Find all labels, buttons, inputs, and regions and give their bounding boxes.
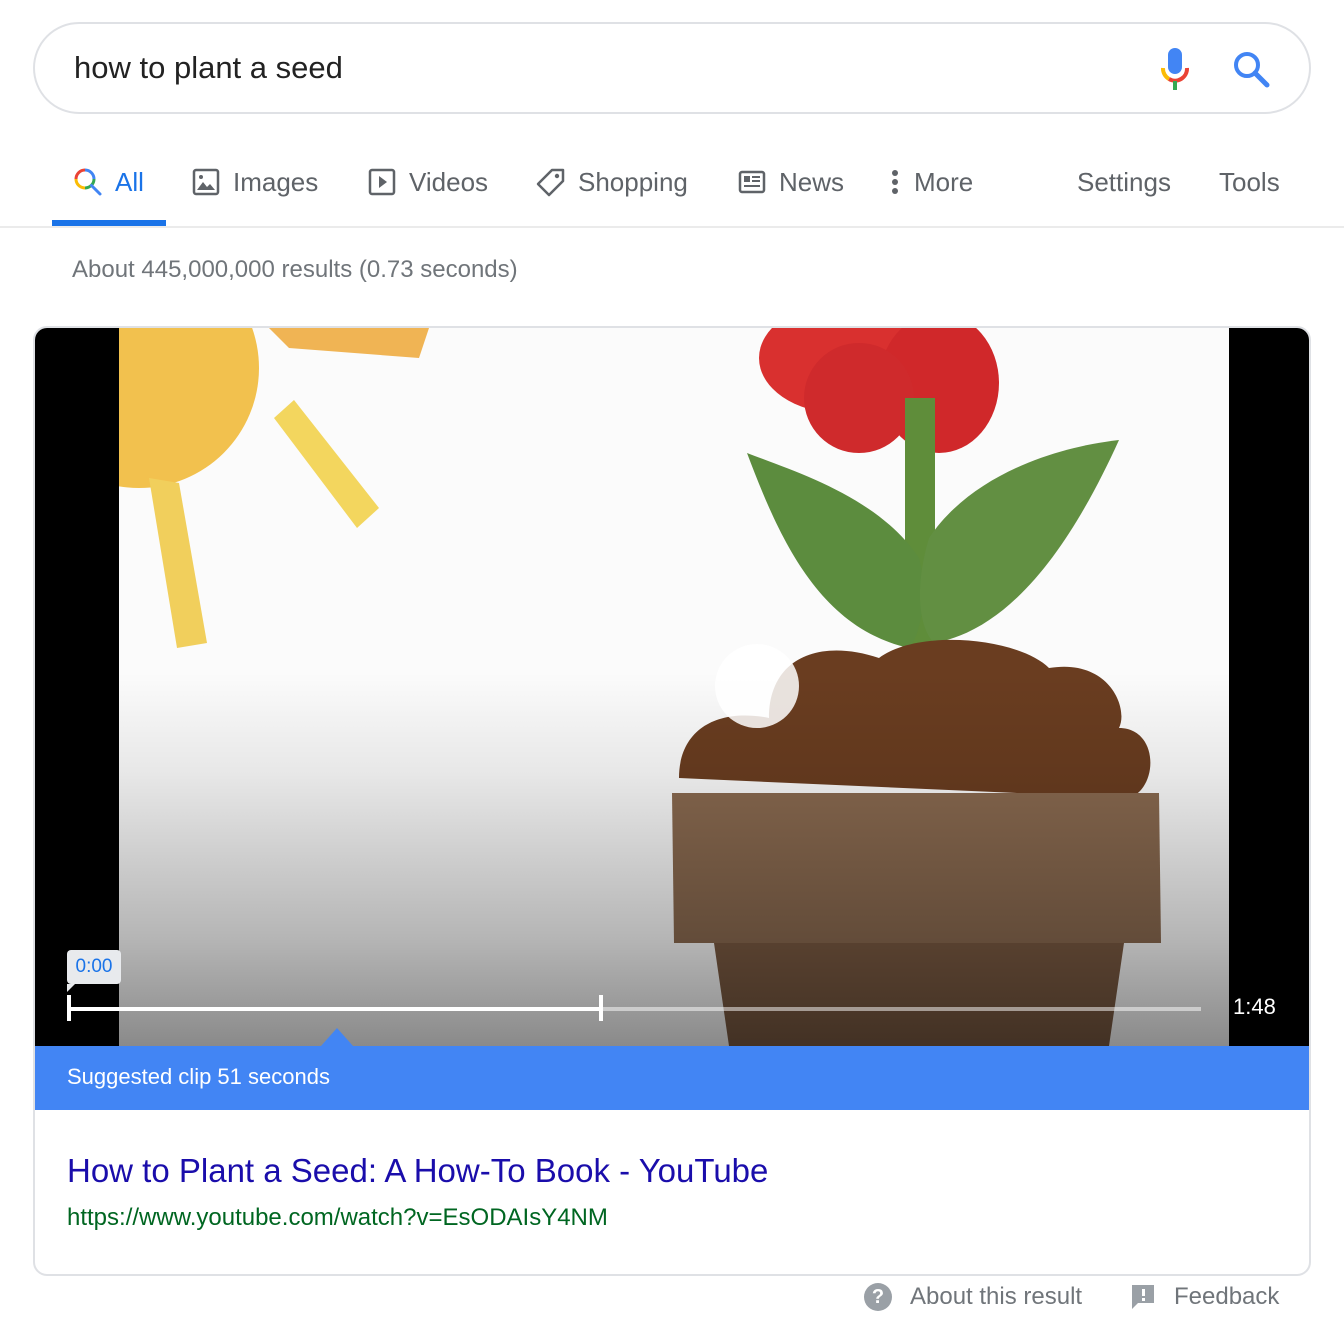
tab-label: Images — [233, 166, 319, 197]
tab-more[interactable]: More — [888, 162, 973, 202]
image-icon — [191, 167, 221, 197]
tools-label: Tools — [1219, 166, 1280, 197]
featured-video-card: 0:00 1:48 Suggested clip 51 seconds How … — [33, 326, 1311, 1276]
microphone-icon[interactable] — [1155, 46, 1195, 94]
newspaper-icon — [737, 167, 767, 197]
tag-icon — [536, 167, 566, 197]
tab-shopping[interactable]: Shopping — [536, 162, 688, 202]
feedback-icon — [1130, 1283, 1156, 1311]
clip-end-marker[interactable] — [599, 995, 604, 1021]
video-progress-track[interactable] — [69, 1007, 1201, 1011]
tab-label: Shopping — [578, 166, 688, 197]
about-label: About this result — [910, 1283, 1083, 1310]
result-stats: About 445,000,000 results (0.73 seconds) — [72, 256, 518, 283]
video-player[interactable]: 0:00 1:48 — [35, 328, 1309, 1046]
tab-videos[interactable]: Videos — [367, 162, 488, 202]
search-button[interactable] — [1230, 48, 1274, 92]
search-icon — [73, 167, 103, 197]
suggested-clip-bar[interactable]: Suggested clip 51 seconds — [35, 1046, 1309, 1110]
video-duration: 1:48 — [1233, 994, 1276, 1019]
settings-label: Settings — [1077, 166, 1171, 197]
feedback-link[interactable]: Feedback — [1130, 1283, 1279, 1311]
search-input[interactable] — [74, 44, 1134, 92]
more-vertical-icon — [888, 167, 902, 197]
tab-images[interactable]: Images — [191, 162, 318, 202]
tab-label: News — [779, 166, 845, 197]
play-icon — [367, 167, 397, 197]
suggested-clip-label: Suggested clip 51 seconds — [67, 1064, 330, 1089]
tab-label: More — [914, 166, 974, 197]
result-title-link[interactable]: How to Plant a Seed: A How-To Book - You… — [67, 1152, 768, 1190]
feedback-label: Feedback — [1174, 1283, 1280, 1310]
clip-start-marker[interactable] — [67, 995, 71, 1021]
active-tab-indicator — [52, 220, 166, 226]
clip-start-time: 0:00 — [67, 950, 121, 992]
search-icon — [1234, 52, 1270, 88]
tab-news[interactable]: News — [737, 162, 844, 202]
play-button[interactable] — [715, 644, 799, 728]
video-thumbnail — [119, 328, 1229, 1046]
tools-link[interactable]: Tools — [1219, 162, 1280, 202]
clip-pointer — [321, 1028, 353, 1046]
suggested-clip-range — [69, 1007, 602, 1011]
tab-label: Videos — [409, 166, 489, 197]
help-icon: ? — [864, 1283, 892, 1311]
settings-link[interactable]: Settings — [1077, 162, 1171, 202]
video-gradient-overlay — [119, 328, 1229, 1046]
about-this-result-link[interactable]: ? About this result — [864, 1283, 1082, 1311]
tab-all[interactable]: All — [73, 162, 144, 202]
tab-label: All — [115, 166, 144, 197]
search-tabs: All Images Videos Shopping News More Set… — [0, 150, 1344, 228]
search-box — [33, 22, 1311, 114]
result-url: https://www.youtube.com/watch?v=EsODAIsY… — [67, 1204, 608, 1231]
